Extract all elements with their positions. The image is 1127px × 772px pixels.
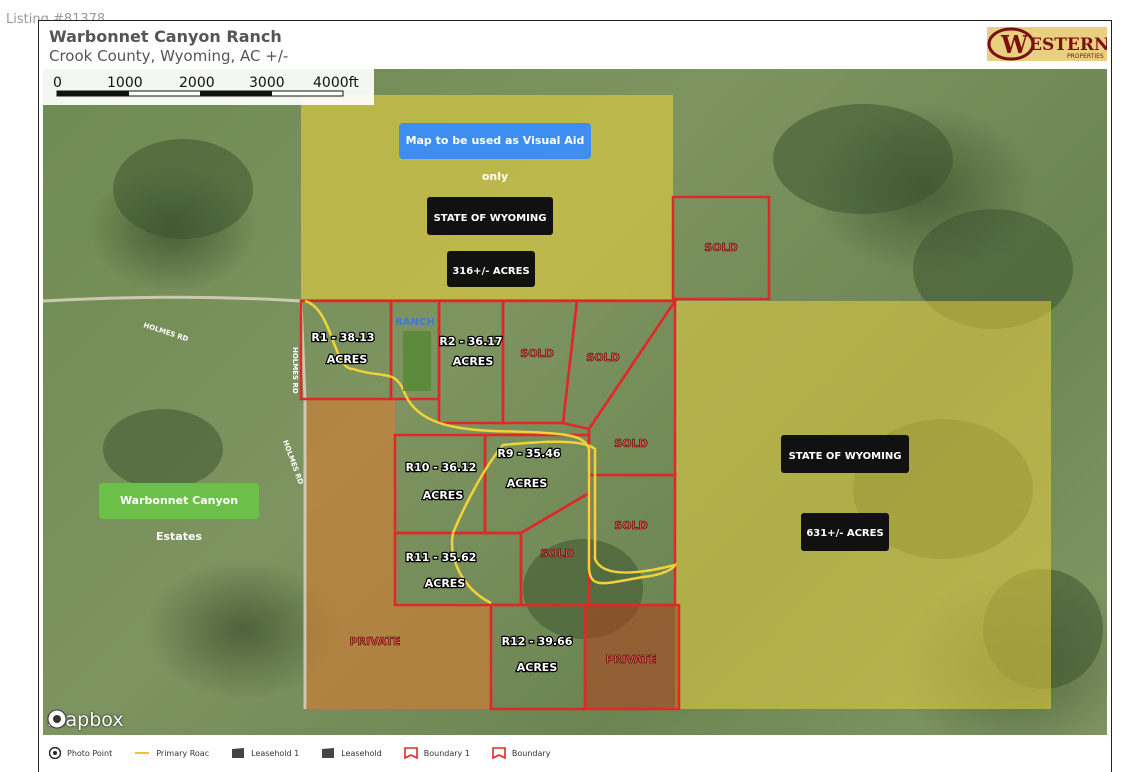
state-north-acres: 316+/- ACRES [452, 266, 529, 277]
visual-aid-badge: Map to be used as Visual Aid only [399, 123, 591, 183]
parcel-r11: R11 - 35.62 [406, 551, 477, 564]
scale-tick-0: 0 [53, 75, 62, 91]
map-legend: Photo Point Primary Roac Leasehold 1 Lea… [49, 747, 562, 759]
scale-tick-1000: 1000 [107, 75, 143, 91]
scale-tick-2000: 2000 [179, 75, 215, 91]
parcel-r1-acres: ACRES [327, 353, 368, 366]
parcel-r11-acres: ACRES [425, 577, 466, 590]
page-subtitle: Crook County, Wyoming, AC +/- [49, 47, 289, 65]
legend-boundary: Boundary [492, 747, 550, 759]
state-land-east [675, 301, 1051, 709]
sold-label-5: SOLD [614, 519, 647, 532]
mapbox-logo-icon [47, 709, 67, 729]
line-icon [135, 752, 150, 754]
state-east-acres: 631+/- ACRES [806, 528, 883, 539]
holmes-rd-label-2: HOLMES RD [291, 347, 299, 394]
svg-text:W: W [1000, 30, 1029, 59]
sold-label-3: SOLD [586, 351, 619, 364]
sold-label-4: SOLD [614, 437, 647, 450]
holmes-rd-label-1: HOLMES RD [142, 321, 189, 343]
sold-label-1: SOLD [704, 241, 737, 254]
legend-leasehold: Leasehold [321, 747, 382, 759]
legend-photo-point: Photo Point [49, 747, 112, 759]
scale-bar: 0 1000 2000 3000 4000ft [43, 69, 374, 105]
parcel-r1: R1 - 38.13 [311, 331, 374, 344]
parcel-r9-acres: ACRES [507, 477, 548, 490]
scale-tick-4000: 4000ft [313, 75, 359, 91]
legend-leasehold-1: Leasehold 1 [231, 747, 299, 759]
state-north-label: STATE OF WYOMING [434, 213, 547, 224]
camera-icon [49, 747, 61, 759]
legend-boundary-1: Boundary 1 [403, 747, 470, 759]
state-east-label: STATE OF WYOMING [789, 451, 902, 462]
boundary-icon [403, 747, 418, 759]
map-canvas[interactable]: STATE OF WYOMING 316+/- ACRES STATE OF W… [43, 69, 1107, 735]
parcel-r10: R10 - 36.12 [406, 461, 477, 474]
boundary-r10 [393, 433, 487, 535]
svg-text:PROPERTIES: PROPERTIES [1067, 53, 1104, 60]
western-properties-logo: W ESTERN PROPERTIES [987, 27, 1107, 61]
boundary-r1 [299, 299, 393, 401]
leasehold-icon [322, 748, 335, 758]
sold-label-2: SOLD [520, 347, 553, 360]
parcel-r2-acres: ACRES [453, 355, 494, 368]
map-frame: Warbonnet Canyon Ranch Crook County, Wyo… [38, 20, 1112, 772]
private-label-2: PRIVATE [605, 653, 656, 666]
page-title: Warbonnet Canyon Ranch [49, 27, 282, 46]
scale-tick-3000: 3000 [249, 75, 285, 91]
parcel-r12: R12 - 39.66 [502, 635, 573, 648]
svg-text:ESTERN: ESTERN [1029, 35, 1107, 55]
boundary-icon [492, 747, 506, 759]
parcel-r10-acres: ACRES [423, 489, 464, 502]
mapbox-attribution[interactable]: mapbox [47, 709, 124, 731]
warbonnet-estates-badge: Warbonnet Canyon Estates [99, 483, 259, 543]
leasehold-icon [232, 748, 245, 758]
sold-label-6: SOLD [540, 547, 573, 560]
holmes-rd-label-3: HOLMES RD [281, 439, 305, 486]
parcel-r9: R9 - 35.46 [497, 447, 560, 460]
ranch-plot [403, 331, 431, 391]
legend-primary-road: Primary Roac [134, 747, 209, 759]
parcel-r12-acres: ACRES [517, 661, 558, 674]
map-overlay: STATE OF WYOMING 316+/- ACRES STATE OF W… [43, 95, 1103, 711]
ranch-label: RANCH [395, 317, 435, 328]
boundary-sold-2 [561, 299, 678, 431]
private-label-1: PRIVATE [349, 635, 400, 648]
parcel-r2: R2 - 36.17 [439, 335, 502, 348]
